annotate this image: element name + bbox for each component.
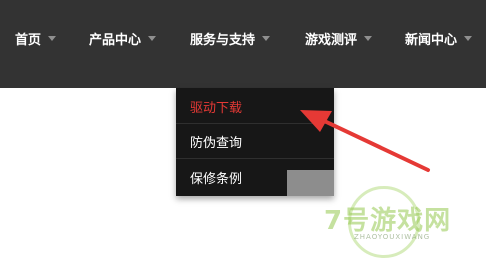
nav-item-products[interactable]: 产品中心	[89, 28, 157, 48]
dropdown-item-label: 保修条例	[190, 171, 243, 187]
dropdown-item-label: 防伪查询	[190, 136, 243, 151]
site-watermark-logo: 7号游戏网 ZHAOYOUXIWANG	[318, 186, 458, 266]
nav-item-label: 服务与支持	[190, 32, 256, 48]
nav-item-label: 游戏测评	[305, 32, 358, 48]
caret-down-icon	[464, 35, 473, 41]
nav-item-label: 首页	[15, 32, 42, 48]
top-navigation-bar: 首页 产品中心 服务与支持 游戏测评 新闻中心	[0, 0, 486, 88]
page: 首页 产品中心 服务与支持 游戏测评 新闻中心 驱动下载 防伪查询 保修条例 7…	[0, 0, 486, 271]
watermark-brand-text: 7号游戏网	[324, 206, 452, 236]
service-support-dropdown-menu: 驱动下载 防伪查询 保修条例	[176, 88, 334, 196]
watermark-sub-text: ZHAOYOUXIWANG	[354, 233, 431, 241]
caret-down-icon	[262, 35, 271, 41]
nav-item-label: 新闻中心	[405, 32, 458, 48]
nav-item-news[interactable]: 新闻中心	[405, 28, 473, 48]
dropdown-item-driver-download[interactable]: 驱动下载	[176, 90, 334, 124]
dropdown-item-anti-counterfeit-query[interactable]: 防伪查询	[176, 125, 334, 159]
caret-down-icon	[364, 35, 373, 41]
nav-item-game-reviews[interactable]: 游戏测评	[305, 28, 373, 48]
nav-item-service-support[interactable]: 服务与支持	[190, 28, 271, 48]
dropdown-item-label: 驱动下载	[190, 101, 243, 116]
nav-item-label: 产品中心	[89, 32, 142, 48]
caret-down-icon	[148, 35, 157, 41]
nav-item-home[interactable]: 首页	[15, 28, 57, 48]
caret-down-icon	[48, 35, 57, 41]
